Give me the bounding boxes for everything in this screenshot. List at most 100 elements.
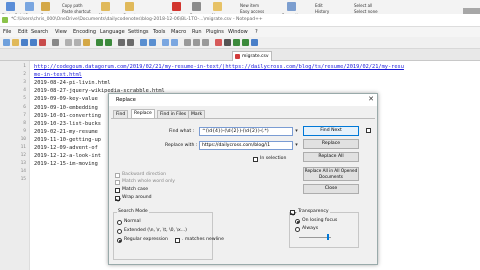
matches-newline-checkbox[interactable] <box>175 238 180 243</box>
menu-macro[interactable]: Macro <box>171 29 186 35</box>
show-all-chars-icon[interactable] <box>193 39 200 46</box>
editor-line[interactable]: 2019-02-21-my-resume <box>34 129 98 135</box>
menu-view[interactable]: View <box>55 29 67 35</box>
menu-search[interactable]: Search <box>31 29 48 35</box>
always-radio[interactable] <box>295 227 300 232</box>
menu-tools[interactable]: Tools <box>153 29 165 35</box>
copy-icon[interactable] <box>25 2 34 11</box>
replace-dialog: Replace ✕ Find Replace Find in Files Mar… <box>108 93 378 265</box>
cut-icon[interactable] <box>65 39 72 46</box>
close-icon[interactable]: ✕ <box>366 95 376 105</box>
sync-v-icon[interactable] <box>162 39 169 46</box>
editor-line[interactable]: 2019-12-15-im-moving <box>34 161 98 167</box>
backward-direction-checkbox[interactable] <box>115 173 120 178</box>
undo-icon[interactable] <box>96 39 103 46</box>
match-case-checkbox[interactable] <box>115 188 120 193</box>
mode-normal-radio[interactable] <box>117 220 122 225</box>
save-icon[interactable] <box>21 39 28 46</box>
play-macro-icon[interactable] <box>233 39 240 46</box>
replace-all-opened-docs-button[interactable]: Replace All in All Opened Documents <box>303 167 359 181</box>
replace-history-dropdown[interactable]: ▾ <box>293 141 300 150</box>
menu-settings[interactable]: Settings <box>128 29 149 35</box>
indent-guide-icon[interactable] <box>202 39 209 46</box>
paste-icon[interactable] <box>41 2 50 11</box>
menu-help[interactable]: ? <box>255 29 258 35</box>
find-history-dropdown[interactable]: ▾ <box>293 127 300 136</box>
editor-line[interactable]: 2019-08-24-pi-livin.html <box>34 80 111 86</box>
edit-button[interactable]: Edit <box>315 3 323 8</box>
app-icon <box>2 17 8 23</box>
wrap-around-label: Wrap around <box>122 195 152 200</box>
wrap-around-checkbox[interactable] <box>115 196 120 201</box>
properties-icon[interactable] <box>287 2 296 11</box>
transparency-checkbox[interactable] <box>290 210 295 215</box>
word-wrap-icon[interactable] <box>184 39 191 46</box>
menu-language[interactable]: Language <box>100 29 125 35</box>
search-mode-title: Search Mode <box>117 209 149 214</box>
select-all-button[interactable]: Select all <box>354 3 372 8</box>
pin-icon[interactable] <box>6 2 15 11</box>
in-selection-checkbox[interactable] <box>253 157 258 162</box>
tab-migrate-csv[interactable]: migrate.csv <box>232 51 272 61</box>
match-whole-word-checkbox[interactable] <box>115 180 120 185</box>
menu-edit[interactable]: Edit <box>18 29 28 35</box>
new-file-icon[interactable] <box>3 39 10 46</box>
new-item-button[interactable]: New item <box>240 3 259 8</box>
record-macro-icon[interactable] <box>215 39 222 46</box>
new-folder-icon[interactable] <box>213 2 222 11</box>
mode-regex-radio[interactable] <box>117 238 122 243</box>
transparency-slider-thumb[interactable] <box>326 234 329 240</box>
close-button[interactable]: Close <box>303 184 359 194</box>
copy-toolbar-icon[interactable] <box>74 39 81 46</box>
open-file-icon[interactable] <box>12 39 19 46</box>
editor-line[interactable]: me-in-text.html <box>34 72 82 78</box>
menu-encoding[interactable]: Encoding <box>73 29 96 35</box>
editor-line[interactable]: 2019-10-01-converting <box>34 113 101 119</box>
zoom-in-icon[interactable] <box>140 39 147 46</box>
paste-toolbar-icon[interactable] <box>83 39 90 46</box>
save-all-icon[interactable] <box>30 39 37 46</box>
menu-window[interactable]: Window <box>228 29 248 35</box>
find-icon[interactable] <box>118 39 125 46</box>
editor-line[interactable]: 2019-10-23-list-bucks <box>34 121 101 127</box>
dialog-title-bar: Replace <box>109 94 377 106</box>
find-next-option-checkbox[interactable] <box>366 128 371 133</box>
menu-run[interactable]: Run <box>192 29 202 35</box>
line-number: 15 <box>20 177 26 183</box>
menu-file[interactable]: File <box>3 29 11 35</box>
find-what-label: Find what : <box>169 129 195 134</box>
replace-all-button[interactable]: Replace All <box>303 152 359 162</box>
editor-line[interactable]: http://codegoum.datagorum.com/2019/02/21… <box>34 64 404 70</box>
sync-h-icon[interactable] <box>171 39 178 46</box>
editor-line[interactable]: 2019-09-10-embedding <box>34 105 98 111</box>
tab-bar: migrate.csv <box>0 49 480 61</box>
find-what-input[interactable]: ^(\d{4})-(\d{2})-(\d{2})-(.*) <box>199 127 293 136</box>
copy-to-icon[interactable] <box>125 2 134 11</box>
on-losing-focus-radio[interactable] <box>295 219 300 224</box>
editor-line[interactable]: 2019-09-09-key-value <box>34 96 98 102</box>
menu-plugins[interactable]: Plugins <box>206 29 224 35</box>
replace-button[interactable]: Replace <box>303 139 359 149</box>
replace-with-input[interactable]: https://dailycross.com/blog/\1 <box>199 141 293 150</box>
delete-icon[interactable] <box>172 2 181 11</box>
move-to-icon[interactable] <box>101 2 110 11</box>
tab-mark[interactable]: Mark <box>188 110 206 118</box>
replace-icon[interactable] <box>127 39 134 46</box>
redo-icon[interactable] <box>105 39 112 46</box>
copy-path-item[interactable]: Copy path <box>62 3 83 8</box>
tab-find-in-files[interactable]: Find in Files <box>157 110 190 118</box>
editor-line[interactable]: 2019-12-09-advent-of <box>34 145 98 151</box>
mode-extended-radio[interactable] <box>117 229 122 234</box>
zoom-out-icon[interactable] <box>149 39 156 46</box>
editor-line[interactable]: 2019-11-10-getting-up <box>34 137 101 143</box>
stop-macro-icon[interactable] <box>224 39 231 46</box>
tab-find[interactable]: Find <box>113 110 129 118</box>
tab-replace[interactable]: Replace <box>131 109 155 118</box>
run-macro-multiple-icon[interactable] <box>242 39 249 46</box>
save-macro-icon[interactable] <box>251 39 258 46</box>
close-file-icon[interactable] <box>39 39 46 46</box>
find-next-button[interactable]: Find Next <box>303 126 359 136</box>
print-icon[interactable] <box>52 39 59 46</box>
editor-line[interactable]: 2019-12-12-a-look-int <box>34 153 101 159</box>
rename-icon[interactable] <box>192 2 201 11</box>
